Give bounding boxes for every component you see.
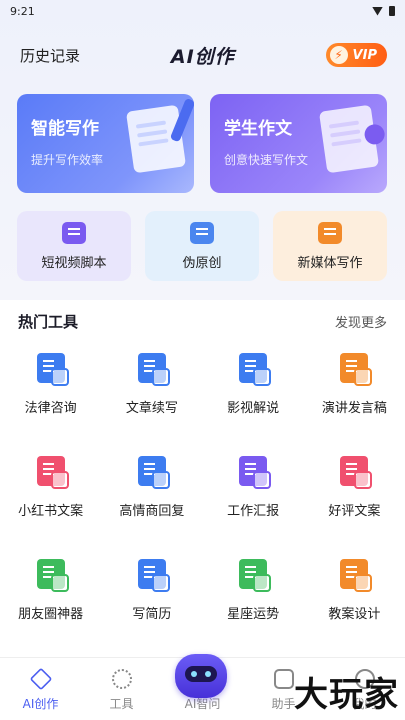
tool-icon	[239, 456, 272, 489]
tool-item[interactable]: 写简历	[101, 559, 202, 633]
smart-writing-card[interactable]: 智能写作 提升写作效率	[17, 94, 194, 193]
tool-icon	[36, 456, 69, 489]
header: 历史记录 AI创作 ⚡ VIP	[0, 22, 405, 88]
history-link[interactable]: 历史记录	[20, 45, 80, 66]
short-video-script-card[interactable]: 短视频脚本	[17, 211, 131, 281]
grid-icon	[111, 669, 132, 689]
student-essay-card[interactable]: 学生作文 创意快速写作文	[210, 94, 387, 193]
tool-item[interactable]: 工作汇报	[203, 456, 304, 530]
vip-label: VIP	[352, 47, 377, 63]
tool-item[interactable]: 文章续写	[101, 353, 202, 427]
tool-icon	[137, 456, 170, 489]
tool-item[interactable]: 法律咨询	[0, 353, 101, 427]
tool-label: 小红书文案	[18, 504, 84, 519]
tool-label: 工作汇报	[227, 504, 280, 519]
tab-label: 助手	[271, 697, 296, 711]
tool-label: 文章续写	[125, 401, 178, 416]
tool-item[interactable]: 教案设计	[304, 559, 405, 633]
section-title: 热门工具	[18, 312, 79, 331]
tool-icon	[340, 456, 373, 489]
tool-icon	[137, 559, 170, 592]
tab-ai-create[interactable]: AI创作	[6, 667, 76, 712]
tool-item[interactable]: 好评文案	[304, 456, 405, 530]
tool-label: 好评文案	[328, 504, 381, 519]
quick-cards: 短视频脚本 伪原创 新媒体写作	[0, 193, 405, 281]
script-icon	[62, 221, 86, 244]
status-icons	[372, 6, 395, 16]
document-pen-icon	[125, 104, 187, 174]
robot-icon[interactable]	[175, 654, 227, 698]
tool-item[interactable]: 小红书文案	[0, 456, 101, 530]
status-time: 9:21	[10, 4, 35, 18]
tool-icon	[137, 353, 170, 386]
card-label: 短视频脚本	[41, 255, 107, 271]
card-label: 新媒体写作	[297, 255, 363, 271]
tab-label: AI创作	[22, 697, 59, 711]
lightning-icon: ⚡	[329, 46, 348, 64]
tool-label: 星座运势	[227, 607, 280, 622]
media-icon	[318, 221, 342, 244]
tool-label: 朋友圈神器	[18, 607, 84, 622]
vip-badge[interactable]: ⚡ VIP	[325, 43, 387, 67]
tool-item[interactable]: 影视解说	[203, 353, 304, 427]
feature-cards: 智能写作 提升写作效率 学生作文 创意快速写作文	[0, 88, 405, 193]
tool-item[interactable]: 朋友圈神器	[0, 559, 101, 633]
new-media-writing-card[interactable]: 新媒体写作	[273, 211, 387, 281]
edit-icon	[190, 221, 214, 244]
pseudo-original-card[interactable]: 伪原创	[145, 211, 259, 281]
tool-label: 法律咨询	[24, 401, 77, 416]
discover-more-link[interactable]: 发现更多	[335, 312, 387, 331]
tool-item[interactable]: 高情商回复	[101, 456, 202, 530]
wifi-icon	[372, 6, 383, 16]
watermark: 大玩家	[294, 675, 399, 715]
tool-icon	[239, 559, 272, 592]
tool-label: 写简历	[132, 607, 172, 622]
tab-tools[interactable]: 工具	[87, 669, 157, 712]
tool-icon	[239, 353, 272, 386]
tool-icon	[36, 559, 69, 592]
card-label: 伪原创	[182, 255, 222, 271]
assistant-icon	[273, 669, 294, 689]
tool-icon	[340, 559, 373, 592]
tools-grid: 法律咨询 文章续写 影视解说 演讲发言稿小红书文案 高情商回复 工作汇报 好评文案朋友圈神器…	[0, 333, 405, 633]
tool-icon	[36, 353, 69, 386]
page-title: AI创作	[170, 45, 235, 68]
tool-item[interactable]: 演讲发言稿	[304, 353, 405, 427]
tool-icon	[340, 353, 373, 386]
tab-label: 工具	[109, 697, 134, 711]
tool-item[interactable]: 星座运势	[203, 559, 304, 633]
tool-label: 教案设计	[328, 607, 381, 622]
tool-label: 高情商回复	[119, 504, 185, 519]
tool-label: 影视解说	[227, 401, 280, 416]
battery-icon	[389, 6, 395, 16]
pen-icon	[29, 667, 52, 691]
status-bar: 9:21	[0, 0, 405, 22]
tool-label: 演讲发言稿	[321, 401, 387, 416]
hot-tools-header: 热门工具 发现更多	[0, 309, 405, 333]
document-play-icon	[318, 104, 380, 174]
